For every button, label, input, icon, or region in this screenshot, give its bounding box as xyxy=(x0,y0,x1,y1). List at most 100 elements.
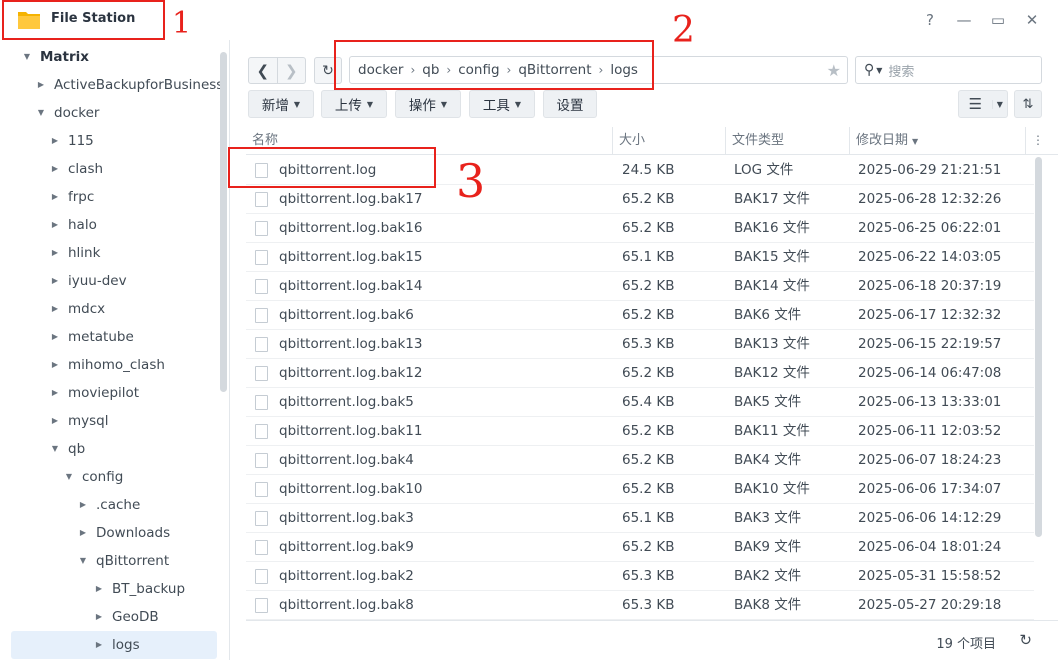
cell-name: qbittorrent.log.bak16 xyxy=(279,220,423,236)
sidebar-item-metatube[interactable]: ▶ metatube xyxy=(48,323,134,351)
caret-right-icon[interactable]: ▶ xyxy=(92,603,106,631)
sidebar-item-qbittorrent[interactable]: ▼ qBittorrent xyxy=(76,547,169,575)
help-button[interactable]: ? xyxy=(920,10,940,30)
caret-right-icon[interactable]: ▶ xyxy=(76,519,90,547)
sidebar-item-hlink[interactable]: ▶ hlink xyxy=(48,239,101,267)
cell-type: BAK13 文件 xyxy=(734,336,810,352)
breadcrumb-item-qb[interactable]: qb xyxy=(422,62,439,78)
forward-button[interactable]: ❯ xyxy=(276,58,306,83)
create-button[interactable]: 新增 ▼ xyxy=(248,90,314,118)
search-placeholder: 搜索 xyxy=(888,64,915,80)
star-icon[interactable]: ★ xyxy=(827,61,841,80)
chevron-down-icon: ▼ xyxy=(876,65,883,75)
caret-right-icon[interactable]: ▶ xyxy=(48,407,62,435)
sidebar-item-qb[interactable]: ▼ qb xyxy=(48,435,85,463)
caret-right-icon[interactable]: ▶ xyxy=(48,379,62,407)
table-row[interactable]: qbittorrent.log.bak12 65.2 KB BAK12 文件 2025… xyxy=(246,359,1034,388)
caret-right-icon[interactable]: ▶ xyxy=(48,323,62,351)
cell-size: 65.3 KB xyxy=(622,336,675,352)
caret-right-icon[interactable]: ▶ xyxy=(48,295,62,323)
sidebar-item-label: config xyxy=(82,469,124,485)
caret-down-icon[interactable]: ▼ xyxy=(48,435,62,463)
table-row[interactable]: qbittorrent.log.bak11 65.2 KB BAK11 文件 2025… xyxy=(246,417,1034,446)
table-row[interactable]: qbittorrent.log.bak10 65.2 KB BAK10 文件 2025… xyxy=(246,475,1034,504)
sidebar-item-matrix[interactable]: ▼ Matrix xyxy=(20,43,89,71)
caret-right-icon[interactable]: ▶ xyxy=(48,183,62,211)
sidebar: ▼ Matrix ▶ ActiveBackupforBusiness ▼ docker ▶ 1… xyxy=(0,40,230,660)
caret-right-icon[interactable]: ▶ xyxy=(48,155,62,183)
cell-name: qbittorrent.log.bak9 xyxy=(279,539,414,555)
file-list-scrollbar[interactable] xyxy=(1035,157,1042,537)
table-row[interactable]: qbittorrent.log.bak2 65.3 KB BAK2 文件 2025-0… xyxy=(246,562,1034,591)
action-button[interactable]: 操作 ▼ xyxy=(395,90,461,118)
caret-down-icon[interactable]: ▼ xyxy=(62,463,76,491)
caret-down-icon[interactable]: ▼ xyxy=(34,99,48,127)
sort-button[interactable]: ⇅ xyxy=(1014,90,1042,118)
sidebar-item-mdcx[interactable]: ▶ mdcx xyxy=(48,295,105,323)
column-header-modified[interactable]: 修改日期 ▼ xyxy=(850,127,1026,155)
column-header-name[interactable]: 名称 xyxy=(246,127,613,155)
sidebar-item-clash[interactable]: ▶ clash xyxy=(48,155,103,183)
maximize-button[interactable]: ▭ xyxy=(988,10,1008,30)
sidebar-item-docker[interactable]: ▼ docker xyxy=(34,99,100,127)
caret-right-icon[interactable]: ▶ xyxy=(76,491,90,519)
table-row[interactable]: qbittorrent.log.bak14 65.2 KB BAK14 文件 2025… xyxy=(246,272,1034,301)
refresh-icon[interactable]: ↻ xyxy=(1019,631,1032,649)
sidebar-item-activebackupforbusiness[interactable]: ▶ ActiveBackupforBusiness xyxy=(34,71,223,99)
cell-modified: 2025-06-07 18:24:23 xyxy=(858,452,1002,468)
sidebar-item-mihomo-clash[interactable]: ▶ mihomo_clash xyxy=(48,351,165,379)
table-row[interactable]: qbittorrent.log.bak8 65.3 KB BAK8 文件 2025-0… xyxy=(246,591,1034,620)
table-row[interactable]: qbittorrent.log.bak17 65.2 KB BAK17 文件 2025… xyxy=(246,185,1034,214)
sidebar-item-halo[interactable]: ▶ halo xyxy=(48,211,97,239)
table-row[interactable]: qbittorrent.log.bak4 65.2 KB BAK4 文件 2025-0… xyxy=(246,446,1034,475)
caret-right-icon[interactable]: ▶ xyxy=(48,351,62,379)
settings-button[interactable]: 设置 xyxy=(543,90,597,118)
caret-right-icon[interactable]: ▶ xyxy=(92,631,106,659)
sidebar-item-mysql[interactable]: ▶ mysql xyxy=(48,407,109,435)
sidebar-item-frpc[interactable]: ▶ frpc xyxy=(48,183,94,211)
sidebar-item-downloads[interactable]: ▶ Downloads xyxy=(76,519,170,547)
table-row[interactable]: qbittorrent.log.bak9 65.2 KB BAK9 文件 2025-0… xyxy=(246,533,1034,562)
column-header-type[interactable]: 文件类型 xyxy=(726,127,850,155)
view-mode-button[interactable]: ☰ ▼ xyxy=(958,90,1008,118)
caret-right-icon[interactable]: ▶ xyxy=(48,267,62,295)
table-row[interactable]: qbittorrent.log.bak3 65.1 KB BAK3 文件 2025-0… xyxy=(246,504,1034,533)
tools-button[interactable]: 工具 ▼ xyxy=(469,90,535,118)
sidebar-item-bt-backup[interactable]: ▶ BT_backup xyxy=(92,575,185,603)
table-row[interactable]: qbittorrent.log.bak6 65.2 KB BAK6 文件 2025-0… xyxy=(246,301,1034,330)
back-button[interactable]: ❮ xyxy=(249,58,277,83)
minimize-button[interactable]: — xyxy=(954,10,974,30)
sidebar-item-config[interactable]: ▼ config xyxy=(62,463,123,491)
caret-right-icon[interactable]: ▶ xyxy=(34,71,48,99)
breadcrumb-item-docker[interactable]: docker xyxy=(358,62,403,78)
caret-right-icon[interactable]: ▶ xyxy=(48,211,62,239)
table-row[interactable]: qbittorrent.log.bak15 65.1 KB BAK15 文件 2025… xyxy=(246,243,1034,272)
table-row[interactable]: qbittorrent.log 24.5 KB LOG 文件 2025-06-29 2… xyxy=(246,156,1034,185)
close-button[interactable]: ✕ xyxy=(1022,10,1042,30)
breadcrumb-item-config[interactable]: config xyxy=(458,62,499,78)
caret-down-icon[interactable]: ▼ xyxy=(20,43,34,71)
sidebar-item-logs[interactable]: ▶ logs xyxy=(11,631,217,659)
cell-modified: 2025-05-27 20:29:18 xyxy=(858,597,1002,613)
sidebar-scrollbar[interactable] xyxy=(220,52,227,392)
caret-right-icon[interactable]: ▶ xyxy=(48,239,62,267)
column-header-size[interactable]: 大小 xyxy=(613,127,726,155)
caret-down-icon[interactable]: ▼ xyxy=(76,547,90,575)
sidebar-item-cache[interactable]: ▶ .cache xyxy=(76,491,140,519)
sidebar-item-geodb[interactable]: ▶ GeoDB xyxy=(92,603,159,631)
breadcrumb-item-qbittorrent[interactable]: qBittorrent xyxy=(518,62,591,78)
sidebar-item-moviepilot[interactable]: ▶ moviepilot xyxy=(48,379,139,407)
table-row[interactable]: qbittorrent.log.bak5 65.4 KB BAK5 文件 2025-0… xyxy=(246,388,1034,417)
search-input[interactable]: ⚲ ▼ 搜索 xyxy=(855,56,1042,84)
caret-right-icon[interactable]: ▶ xyxy=(48,127,62,155)
refresh-button[interactable]: ↻ xyxy=(314,57,342,84)
table-row[interactable]: qbittorrent.log.bak16 65.2 KB BAK16 文件 2025… xyxy=(246,214,1034,243)
cell-modified: 2025-06-22 14:03:05 xyxy=(858,249,1002,265)
upload-button[interactable]: 上传 ▼ xyxy=(321,90,387,118)
sidebar-item-115[interactable]: ▶ 115 xyxy=(48,127,94,155)
sidebar-item-iyuu-dev[interactable]: ▶ iyuu-dev xyxy=(48,267,127,295)
caret-right-icon[interactable]: ▶ xyxy=(92,575,106,603)
table-row[interactable]: qbittorrent.log.bak13 65.3 KB BAK13 文件 2025… xyxy=(246,330,1034,359)
breadcrumb-item-logs[interactable]: logs xyxy=(610,62,638,78)
column-options-icon[interactable]: ⋮ xyxy=(1032,133,1044,147)
